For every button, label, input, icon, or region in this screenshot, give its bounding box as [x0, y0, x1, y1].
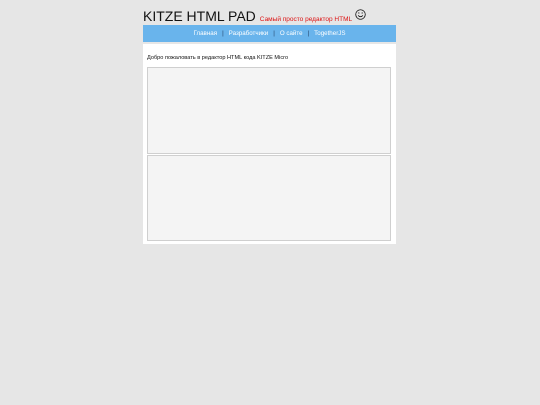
- site-header: KITZE HTML PAD Самый просто редактор HTM…: [143, 8, 366, 26]
- welcome-text: Добро пожаловать в редактор HTML кода KI…: [147, 55, 289, 61]
- nav-link-home[interactable]: Главная: [191, 30, 221, 37]
- html-preview-area[interactable]: [147, 155, 391, 241]
- site-title: KITZE HTML PAD: [143, 8, 256, 24]
- main-panel: Добро пожаловать в редактор HTML кода KI…: [143, 44, 396, 244]
- nav-link-developers[interactable]: Разработчики: [226, 30, 272, 37]
- nav-link-togetherjs[interactable]: TogetherJS: [311, 30, 348, 37]
- main-nav: Главная | Разработчики | О сайте | Toget…: [143, 25, 396, 42]
- html-editor-textarea[interactable]: [147, 67, 391, 154]
- smiley-face-icon: [355, 7, 366, 20]
- nav-link-about[interactable]: О сайте: [277, 30, 306, 37]
- site-tagline: Самый просто редактор HTML: [259, 16, 353, 23]
